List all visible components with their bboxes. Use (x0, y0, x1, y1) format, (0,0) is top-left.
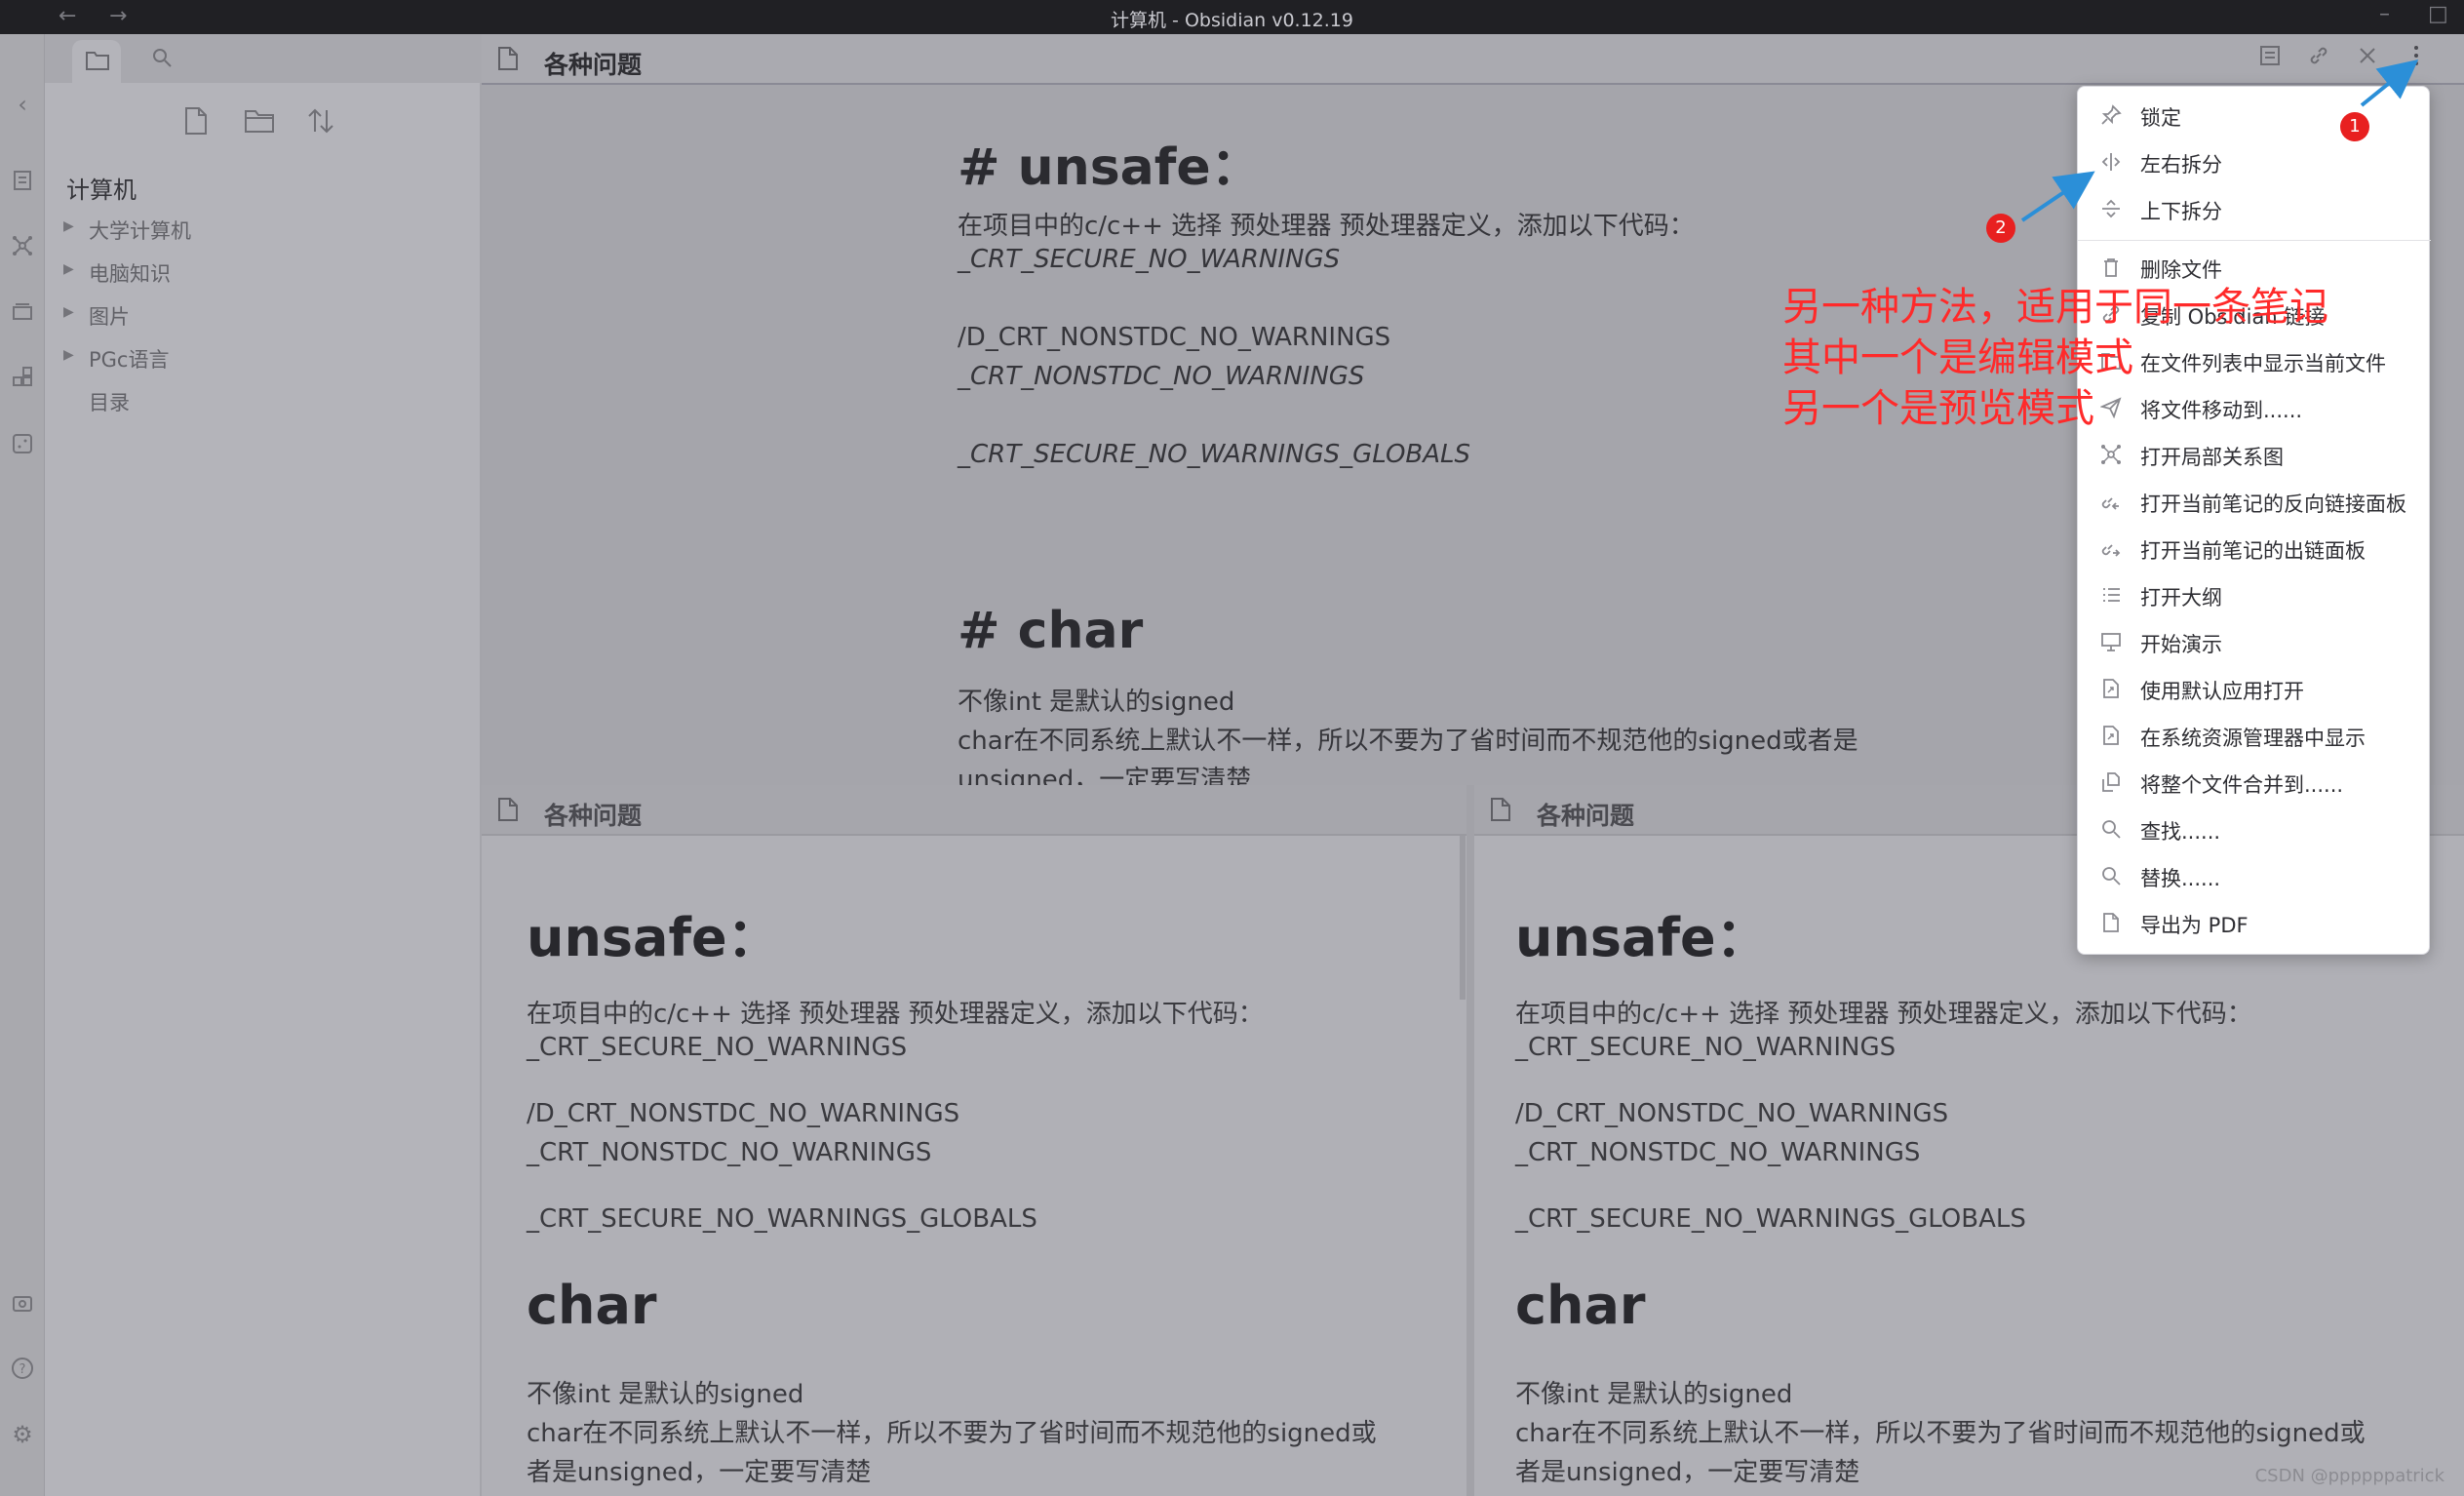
annotation-arrows (2020, 59, 2419, 222)
arrow-to-split (2020, 171, 2095, 222)
arrow-to-more-options (2360, 59, 2419, 107)
watermark: CSDN @ppppppatrick (2254, 1466, 2444, 1486)
